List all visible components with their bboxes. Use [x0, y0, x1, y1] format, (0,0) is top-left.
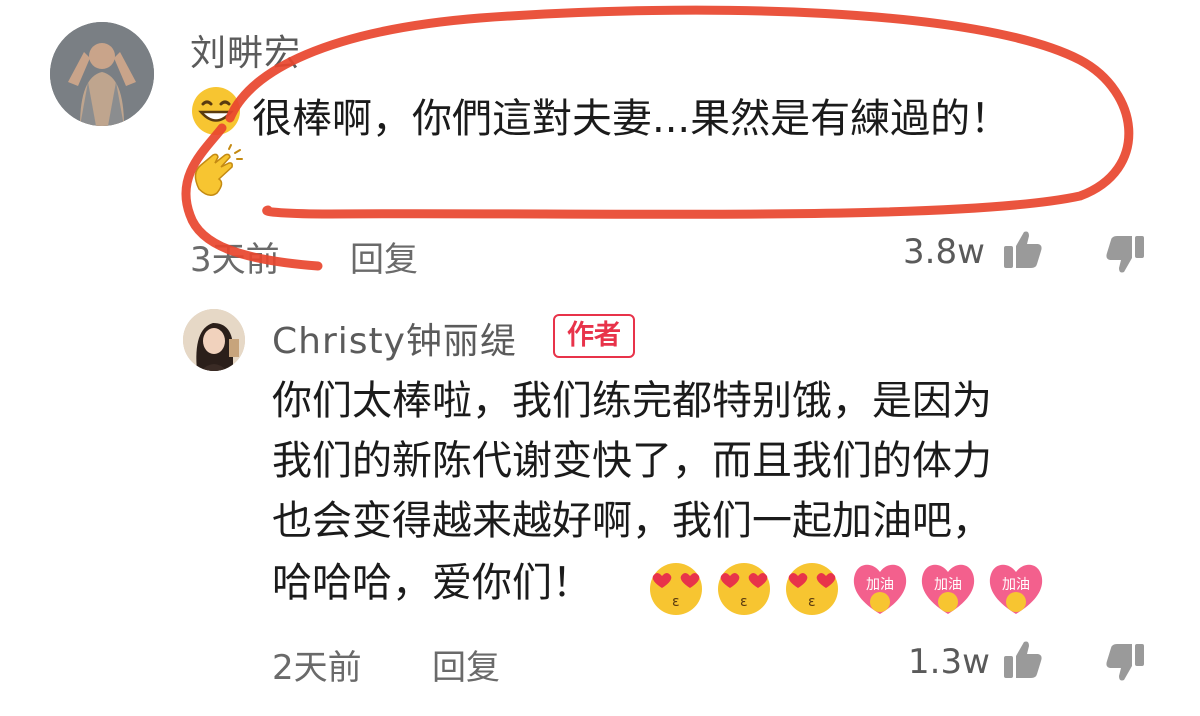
avatar-liu[interactable] — [50, 22, 154, 126]
thumbs-down-icon[interactable] — [1102, 640, 1148, 686]
avatar-christy[interactable] — [183, 309, 245, 371]
comment-text-line-4: 哈哈哈，爱你们！ — [272, 560, 592, 606]
svg-text:ε: ε — [672, 594, 680, 610]
thumbs-up-icon[interactable] — [1000, 636, 1046, 682]
svg-text:ε: ε — [808, 594, 816, 610]
like-count: 3.8w — [903, 232, 985, 272]
thumbs-up-icon[interactable] — [1000, 226, 1046, 272]
comment-username[interactable]: Christy钟丽缇 — [272, 312, 517, 364]
heart-eyes-kiss-emoji-icon: ε — [645, 556, 707, 618]
svg-text:ε: ε — [740, 594, 748, 610]
cheer-label: 加油 — [934, 577, 962, 593]
cheer-up-heart-emoji-icon: 加油 — [849, 556, 911, 618]
comment-text-line-1: 你们太棒啦，我们练完都特别饿，是因为 — [272, 378, 992, 424]
comment-username[interactable]: 刘畊宏 — [190, 24, 301, 76]
like-count: 1.3w — [908, 642, 990, 682]
heart-eyes-kiss-emoji-icon: ε — [713, 556, 775, 618]
reply-button[interactable]: 回复 — [432, 640, 500, 689]
cheer-up-heart-emoji-icon: 加油 — [917, 556, 979, 618]
clapping-hands-emoji-icon — [185, 143, 247, 205]
comment-text: 很棒啊，你們這對夫妻...果然是有練過的！ — [252, 96, 1011, 142]
cheer-label: 加油 — [866, 577, 894, 593]
cheer-label: 加油 — [1002, 577, 1030, 593]
grinning-face-emoji-icon — [190, 85, 242, 137]
comment-text-line-2: 我们的新陈代谢变快了，而且我们的体力 — [272, 438, 992, 484]
cheer-up-heart-emoji-icon: 加油 — [985, 556, 1047, 618]
comment-text-line-3: 也会变得越来越好啊，我们一起加油吧， — [272, 498, 992, 544]
comment-time: 3天前 — [190, 240, 280, 280]
heart-eyes-kiss-emoji-icon: ε — [781, 556, 843, 618]
comment-time: 2天前 — [272, 648, 362, 688]
author-badge: 作者 — [553, 314, 635, 358]
reply-button[interactable]: 回复 — [350, 232, 418, 281]
thumbs-down-icon[interactable] — [1102, 232, 1148, 278]
